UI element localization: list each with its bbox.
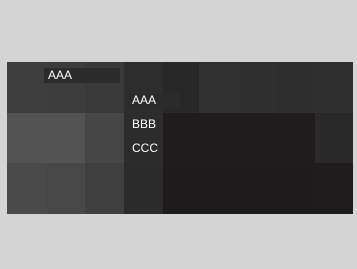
list-item-bbb[interactable]: BBB	[128, 117, 180, 132]
panel-tile	[237, 62, 276, 113]
panel-tile	[124, 163, 163, 214]
panel-tile	[47, 163, 85, 214]
list-item-ccc[interactable]: CCC	[128, 141, 180, 156]
tiled-panel	[7, 62, 353, 214]
panel-tile	[276, 113, 315, 163]
panel-tile	[47, 113, 85, 163]
panel-tile	[163, 163, 199, 214]
panel-tile	[276, 163, 315, 214]
panel-tile	[85, 163, 124, 214]
combo-selected-value[interactable]: AAA	[44, 68, 120, 83]
panel-tile	[7, 62, 47, 113]
panel-tile	[199, 113, 237, 163]
panel-tile	[237, 113, 276, 163]
panel-tile	[199, 62, 237, 113]
panel-tile	[315, 163, 353, 214]
option-list: AAA BBB CCC	[128, 93, 180, 165]
panel-tile	[7, 163, 47, 214]
list-item-aaa[interactable]: AAA	[128, 93, 180, 108]
panel-tile	[199, 163, 237, 214]
panel-tile	[7, 113, 47, 163]
panel-tile	[276, 62, 315, 113]
panel-tile	[85, 113, 124, 163]
panel-tile	[315, 113, 353, 163]
panel-tile	[237, 163, 276, 214]
panel-tile	[315, 62, 353, 113]
